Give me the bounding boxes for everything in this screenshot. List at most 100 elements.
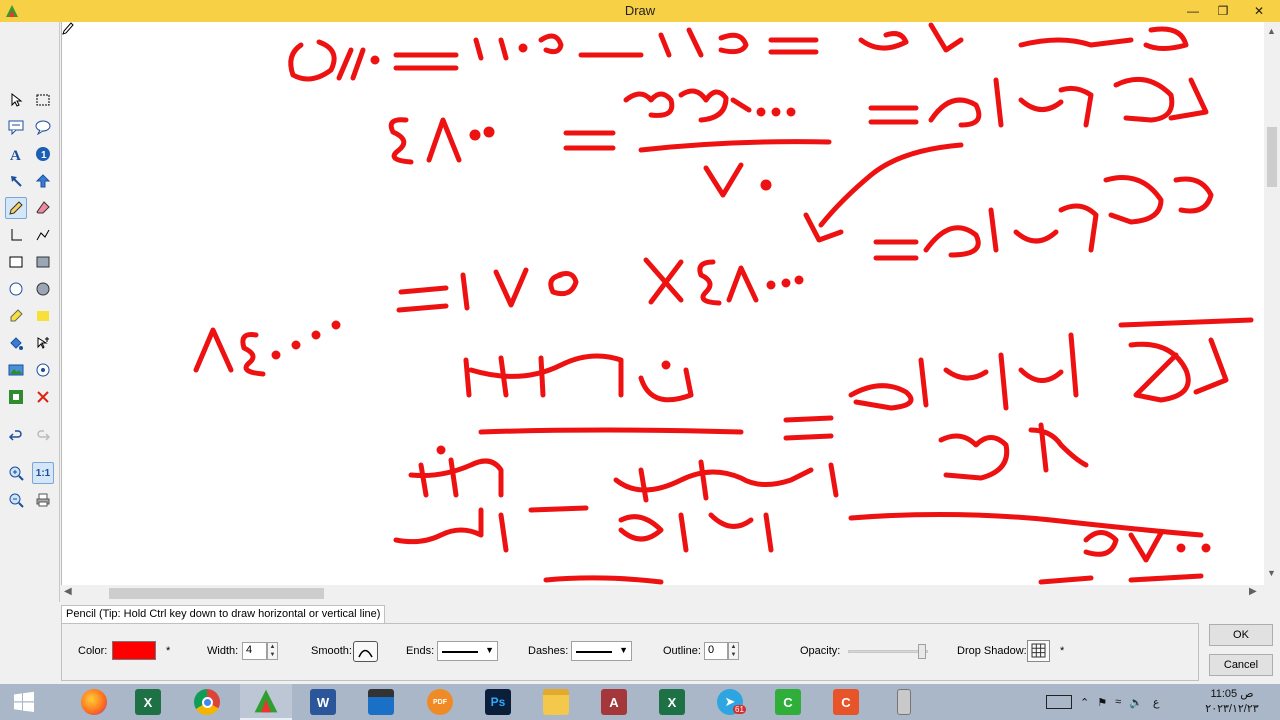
- handwriting-ink: [193, 22, 1254, 585]
- info-icon: 1: [36, 147, 50, 161]
- taskbar-access[interactable]: A: [588, 684, 640, 720]
- highlighter-tool[interactable]: [5, 305, 27, 327]
- taskbar-camtasia-orange[interactable]: C: [820, 684, 872, 720]
- zoom-in-button[interactable]: [5, 462, 27, 484]
- callout-round-tool[interactable]: [32, 116, 54, 138]
- taskbar-telegram[interactable]: ➤ 61: [704, 684, 756, 720]
- width-stepper[interactable]: ▲ ▼: [267, 642, 278, 660]
- vertical-scrollbar[interactable]: ▲ ▼: [1264, 22, 1280, 585]
- highlight-box-tool[interactable]: [32, 305, 54, 327]
- windows-start-icon: [14, 691, 34, 712]
- drop-shadow-button[interactable]: [1027, 640, 1050, 662]
- clock-time: 11:05 ص: [1210, 688, 1254, 700]
- info-tool[interactable]: 1: [32, 143, 54, 165]
- color-swatch[interactable]: [112, 641, 156, 660]
- filled-ellipse-tool[interactable]: [32, 278, 54, 300]
- close-icon[interactable]: ✕: [1238, 0, 1280, 22]
- eraser-icon: [36, 201, 50, 214]
- taskbar-file-explorer[interactable]: [530, 684, 582, 720]
- keyboard-icon[interactable]: [1046, 695, 1072, 709]
- ends-select[interactable]: ▼: [437, 641, 498, 661]
- taskbar-draw[interactable]: [240, 684, 292, 720]
- filled-rectangle-tool[interactable]: [32, 251, 54, 273]
- system-tray: ⌃ ⚑ ≈ 🔈 ع: [1046, 684, 1165, 720]
- taskbar-excel[interactable]: X: [122, 684, 174, 720]
- cancel-button[interactable]: Cancel: [1209, 654, 1273, 676]
- delete-tool[interactable]: [32, 386, 54, 408]
- polyline-tool[interactable]: [32, 224, 54, 246]
- taskbar-excel-2[interactable]: X: [646, 684, 698, 720]
- opacity-slider-handle[interactable]: [918, 644, 926, 659]
- drop-shadow-label: Drop Shadow:: [957, 645, 1027, 657]
- image-icon: [8, 364, 24, 376]
- taskbar-firefox[interactable]: [68, 684, 120, 720]
- fill-icon: [10, 337, 23, 350]
- step-number-icon: [36, 363, 50, 377]
- ellipse-tool[interactable]: [5, 278, 27, 300]
- vertical-scroll-thumb[interactable]: [1267, 127, 1277, 187]
- text-icon: A: [10, 148, 21, 162]
- ok-button[interactable]: OK: [1209, 624, 1273, 646]
- select-tool[interactable]: [5, 89, 27, 111]
- dashes-select[interactable]: ▼: [571, 641, 632, 661]
- smooth-toggle[interactable]: [353, 641, 378, 662]
- tool-tab[interactable]: Pencil (Tip: Hold Ctrl key down to draw …: [61, 605, 386, 624]
- image-tool[interactable]: [5, 359, 27, 381]
- taskbar-chrome[interactable]: [181, 684, 233, 720]
- outline-stepper[interactable]: ▲ ▼: [728, 642, 739, 660]
- step-number-tool[interactable]: [32, 359, 54, 381]
- outline-field[interactable]: 0: [704, 642, 728, 660]
- taskbar-word[interactable]: W: [297, 684, 349, 720]
- scroll-right-icon[interactable]: ▶: [1249, 586, 1257, 597]
- zoom-out-button[interactable]: [5, 489, 27, 511]
- horizontal-scrollbar[interactable]: ◀ ▶: [61, 585, 1264, 602]
- scroll-up-icon[interactable]: ▲: [1267, 26, 1276, 36]
- color-picker-tool[interactable]: [5, 386, 27, 408]
- rectangle-icon: [9, 256, 23, 268]
- horizontal-scroll-thumb[interactable]: [109, 588, 324, 599]
- taskbar-photoshop[interactable]: Ps: [472, 684, 524, 720]
- maximize-icon[interactable]: ❐: [1208, 0, 1238, 22]
- clock-date: ٢٠٢٣/١٢/٢٣: [1205, 703, 1259, 715]
- print-button[interactable]: [32, 489, 54, 511]
- volume-icon[interactable]: 🔈: [1129, 696, 1143, 709]
- flag-icon[interactable]: ⚑: [1097, 696, 1107, 709]
- grid-icon: [1031, 643, 1046, 658]
- dashes-label: Dashes:: [528, 645, 569, 657]
- undo-button[interactable]: [5, 425, 27, 447]
- marquee-select-tool[interactable]: [32, 89, 54, 111]
- chevron-down-icon: ▼: [485, 645, 494, 655]
- zoom-in-icon: [9, 466, 24, 481]
- redo-button[interactable]: [32, 425, 54, 447]
- clock[interactable]: 11:05 ص ٢٠٢٣/١٢/٢٣: [1196, 687, 1268, 717]
- taskbar-phone[interactable]: [878, 684, 930, 720]
- eraser-tool[interactable]: [32, 197, 54, 219]
- excel-icon: X: [135, 689, 161, 715]
- minimize-icon[interactable]: —: [1178, 0, 1208, 22]
- zoom-actual-button[interactable]: 1:1: [32, 462, 54, 484]
- arrow-tool[interactable]: [5, 170, 27, 192]
- dashes-line-preview: [576, 651, 612, 653]
- scroll-left-icon[interactable]: ◀: [64, 586, 72, 597]
- rectangle-tool[interactable]: [5, 251, 27, 273]
- print-icon: [36, 493, 50, 507]
- drawing-canvas[interactable]: [61, 22, 1264, 585]
- fill-tool[interactable]: [5, 332, 27, 354]
- text-tool[interactable]: A: [5, 143, 27, 165]
- start-button[interactable]: [0, 684, 48, 720]
- taskbar-video-editor[interactable]: [355, 684, 407, 720]
- chevron-up-icon[interactable]: ⌃: [1080, 696, 1089, 709]
- taskbar-pdf-tool[interactable]: PDF: [414, 684, 466, 720]
- thick-arrow-tool[interactable]: [32, 170, 54, 192]
- marquee-select-icon: [36, 94, 50, 106]
- taskbar-camtasia-green[interactable]: C: [762, 684, 814, 720]
- opacity-slider[interactable]: [848, 650, 928, 653]
- angle-line-tool[interactable]: [5, 224, 27, 246]
- callout-tool[interactable]: [5, 116, 27, 138]
- pencil-tool[interactable]: [5, 197, 27, 219]
- wifi-icon[interactable]: ≈: [1115, 696, 1121, 708]
- scroll-down-icon[interactable]: ▼: [1267, 568, 1276, 578]
- select-add-tool[interactable]: [32, 332, 54, 354]
- width-field[interactable]: 4: [242, 642, 267, 660]
- input-language[interactable]: ع: [1153, 696, 1160, 709]
